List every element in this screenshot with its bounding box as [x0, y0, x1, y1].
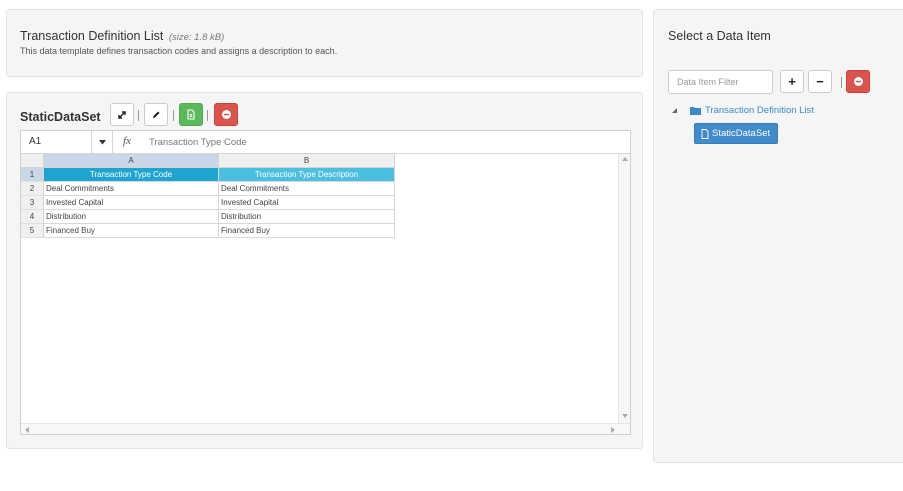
tree-node-root[interactable]: Transaction Definition List	[672, 105, 814, 116]
remove-button[interactable]	[214, 103, 238, 126]
dataset-title: StaticDataSet	[20, 110, 101, 124]
delete-item-button[interactable]	[846, 70, 870, 93]
toolbar-divider	[138, 110, 139, 121]
column-header-a[interactable]: A	[44, 154, 219, 168]
folder-icon	[690, 107, 701, 115]
side-panel-title: Select a Data Item	[668, 29, 771, 43]
header-panel: Transaction Definition List (size: 1.8 k…	[6, 9, 643, 77]
toolbar-divider	[207, 110, 208, 121]
cell-a2[interactable]: Deal Commitments	[44, 182, 219, 196]
edit-icon	[153, 111, 160, 118]
cell-a4[interactable]: Distribution	[44, 210, 219, 224]
select-all-corner[interactable]	[21, 154, 44, 168]
fx-label: fx	[123, 135, 131, 147]
toolbar-divider	[173, 110, 174, 121]
tree-node-child-label: StaticDataSet	[712, 128, 771, 139]
formula-input[interactable]: Transaction Type Code	[149, 137, 247, 148]
scroll-right-icon	[611, 427, 615, 433]
cell-b4[interactable]: Distribution	[219, 210, 395, 224]
spreadsheet: A1 fx Transaction Type Code A B 1 Transa…	[20, 130, 631, 435]
data-item-panel: Select a Data Item Data Item Filter + − …	[653, 9, 903, 463]
cell-b5[interactable]: Financed Buy	[219, 224, 395, 238]
name-box[interactable]: A1	[21, 131, 92, 153]
column-header-b[interactable]: B	[219, 154, 395, 168]
file-icon	[701, 128, 709, 139]
cell-a3[interactable]: Invested Capital	[44, 196, 219, 210]
page-title: Transaction Definition List (size: 1.8 k…	[20, 29, 224, 43]
tree-node-root-label: Transaction Definition List	[705, 105, 814, 116]
vertical-scrollbar[interactable]	[618, 154, 630, 423]
expand-button[interactable]	[110, 103, 134, 126]
page-size: (size: 1.8 kB)	[168, 32, 225, 43]
export-button[interactable]	[179, 103, 203, 126]
cell-b2[interactable]: Deal Commitments	[219, 182, 395, 196]
data-item-filter-input[interactable]: Data Item Filter	[668, 70, 773, 94]
remove-icon	[221, 110, 231, 119]
row-header[interactable]: 3	[21, 196, 44, 210]
collapse-triangle-icon	[672, 108, 677, 113]
page-title-text: Transaction Definition List	[20, 29, 164, 43]
scroll-left-icon	[25, 427, 29, 433]
tree-node-child[interactable]: StaticDataSet	[694, 123, 779, 144]
sheet-grid: A B 1 Transaction Type Code Transaction …	[21, 154, 630, 423]
row-header[interactable]: 1	[21, 168, 44, 182]
formula-bar: A1 fx Transaction Type Code	[21, 131, 630, 154]
collapse-item-button[interactable]: −	[808, 70, 832, 93]
name-box-dropdown[interactable]	[92, 131, 113, 153]
scroll-down-icon	[622, 414, 628, 418]
cell-a5[interactable]: Financed Buy	[44, 224, 219, 238]
dataset-panel: StaticDataSet A1 fx Transaction Type Cod…	[6, 92, 643, 449]
cell-b1[interactable]: Transaction Type Description	[219, 168, 395, 182]
expand-icon	[118, 110, 126, 119]
caret-down-icon	[98, 139, 106, 144]
horizontal-scrollbar[interactable]	[21, 423, 630, 434]
page-description: This data template defines transaction c…	[20, 46, 338, 56]
cell-a1[interactable]: Transaction Type Code	[44, 168, 219, 182]
scroll-up-icon	[622, 157, 628, 161]
row-header[interactable]: 4	[21, 210, 44, 224]
remove-icon	[853, 77, 863, 86]
add-item-button[interactable]: +	[780, 70, 804, 93]
toolbar-divider	[841, 77, 842, 88]
edit-button[interactable]	[144, 103, 168, 126]
row-header[interactable]: 2	[21, 182, 44, 196]
row-header[interactable]: 5	[21, 224, 44, 238]
export-icon	[187, 109, 195, 120]
cell-b3[interactable]: Invested Capital	[219, 196, 395, 210]
